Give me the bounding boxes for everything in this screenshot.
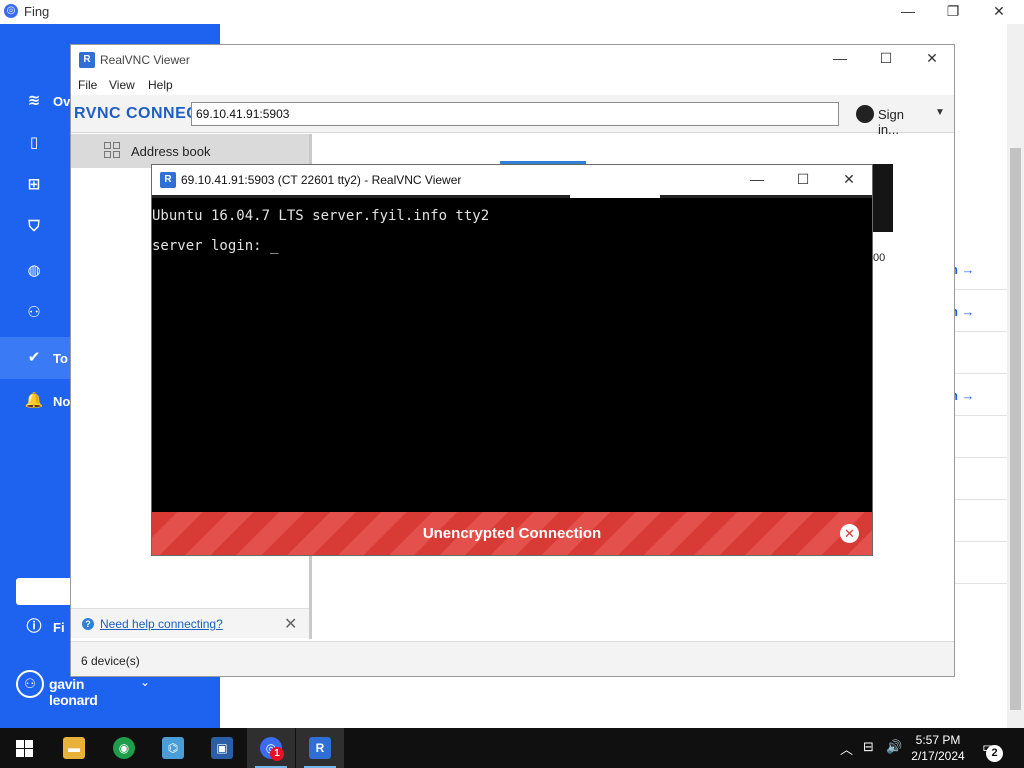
vnc-statusbar: 6 device(s) (71, 641, 954, 676)
vnc-session-window: R 69.10.41.91:5903 (CT 22601 tty2) - Rea… (151, 164, 873, 556)
remote-desktop-icon: ▣ (211, 737, 233, 759)
fing-minimize-button[interactable]: — (885, 0, 931, 24)
vnc-close-button[interactable]: ✕ (909, 47, 955, 71)
taskbar-remote-desktop[interactable]: ▣ (198, 728, 246, 768)
taskbar: ▬ ◉ ⌬ ▣ ◎ 1 R ︿ ⊟ 🔊 5:57 PM 2/17/2024 ▭ … (0, 728, 1024, 768)
banner-text: Unencrypted Connection (422, 525, 602, 542)
taskbar-network-app[interactable]: ⌬ (149, 728, 197, 768)
fing-row-divider (955, 499, 1007, 500)
thumbnail-label: 00 (873, 252, 886, 264)
menu-file[interactable]: File (78, 78, 97, 92)
sidebar-item-address-book[interactable]: Address book (71, 134, 309, 168)
banner-close-icon[interactable]: ✕ (840, 524, 859, 543)
vnc-titlebar: R RealVNC Viewer — ☐ ✕ (71, 45, 954, 73)
fing-user-name: gavin leonard (49, 676, 98, 708)
vnc-maximize-button[interactable]: ☐ (863, 47, 909, 71)
chrome-icon: ◉ (113, 737, 135, 759)
fing-restore-button[interactable]: ❐ (930, 0, 976, 24)
fing-row-divider (955, 373, 1007, 374)
info-icon: ⓘ (26, 618, 42, 635)
chevron-down-icon: ⌄ (140, 675, 151, 689)
network-icon: ⊞ (27, 176, 41, 193)
session-titlebar: R 69.10.41.91:5903 (CT 22601 tty2) - Rea… (152, 165, 872, 195)
realvnc-logo-icon: R (160, 172, 176, 188)
clock-time: 5:57 PM (915, 733, 961, 747)
volume-icon[interactable]: 🔊 (886, 739, 902, 755)
session-maximize-button[interactable]: ☐ (780, 168, 826, 192)
check-circle-icon: ✔ (27, 349, 41, 366)
fing-row-divider (955, 541, 1007, 542)
network-icon[interactable]: ⊟ (863, 739, 874, 755)
chevron-up-icon[interactable]: ︿ (840, 739, 853, 758)
terminal-line: server login: _ (152, 238, 279, 254)
fing-row-divider (955, 583, 1007, 584)
fing-row-divider (955, 289, 1007, 290)
grid-icon (104, 142, 121, 159)
realvnc-icon: R (309, 737, 331, 759)
fing-logo-icon: ◎ (4, 4, 18, 18)
taskbar-fing[interactable]: ◎ (247, 728, 295, 768)
remote-terminal[interactable]: Ubuntu 16.04.7 LTS server.fyil.info tty2… (152, 198, 872, 511)
start-button[interactable] (0, 728, 48, 768)
taskbar-realvnc[interactable]: R (296, 728, 344, 768)
vnc-minimize-button[interactable]: — (817, 47, 863, 71)
taskbar-file-explorer[interactable]: ▬ (50, 728, 98, 768)
unencrypted-connection-banner: Unencrypted Connection ✕ (152, 512, 872, 555)
terminal-line: Ubuntu 16.04.7 LTS server.fyil.info tty2 (152, 208, 490, 224)
globe-icon: ◍ (27, 262, 41, 279)
realvnc-logo-icon: R (79, 52, 95, 68)
menu-help[interactable]: Help (148, 78, 173, 92)
session-close-button[interactable]: ✕ (826, 168, 872, 192)
vnc-help-bar: ? Need help connecting? ✕ (71, 608, 309, 638)
vnc-window-title: RealVNC Viewer (100, 53, 190, 67)
caret-down-icon: ▼ (935, 107, 945, 118)
users-icon: ⚇ (27, 304, 41, 321)
fing-row-divider (955, 331, 1007, 332)
network-app-icon: ⌬ (162, 737, 184, 759)
fing-window-title: Fing (24, 4, 50, 19)
sidebar-item-label: Address book (131, 144, 211, 159)
vnc-address-input[interactable]: 69.10.41.91:5903 (191, 102, 839, 126)
connection-thumbnail[interactable] (871, 164, 893, 232)
session-minimize-button[interactable]: — (734, 168, 780, 192)
device-icon: ▯ (29, 134, 39, 151)
menu-view[interactable]: View (109, 78, 135, 92)
fing-close-button[interactable]: ✕ (976, 0, 1022, 24)
fing-row-divider (955, 415, 1007, 416)
fing-titlebar: ◎ Fing — ❐ ✕ (0, 0, 1024, 24)
wifi-icon: ≋ (27, 92, 41, 109)
vnc-signin-label: Sign in... (878, 107, 905, 137)
close-icon[interactable]: ✕ (284, 614, 297, 634)
user-icon (856, 105, 874, 123)
need-help-link[interactable]: Need help connecting? (100, 617, 223, 631)
taskbar-chrome[interactable]: ◉ (100, 728, 148, 768)
notification-count: 2 (986, 745, 1003, 762)
session-window-title: 69.10.41.91:5903 (CT 22601 tty2) - RealV… (181, 173, 462, 187)
avatar: ⚇ (16, 670, 44, 698)
shield-icon: ⛉ (28, 218, 40, 235)
help-icon: ? (82, 618, 94, 630)
fing-row-divider (955, 457, 1007, 458)
taskbar-badge: 1 (270, 747, 284, 761)
clock-date: 2/17/2024 (911, 749, 965, 763)
vnc-connect-logo: RVNC CONNECT (74, 105, 209, 122)
vnc-toolbar: RVNC CONNECT 69.10.41.91:5903 Sign in...… (71, 95, 954, 137)
clock[interactable]: 5:57 PM 2/17/2024 (902, 732, 974, 764)
folder-icon: ▬ (63, 737, 85, 759)
device-count: 6 device(s) (81, 654, 140, 668)
bell-icon: 🔔 (24, 392, 44, 409)
fing-scrollbar-thumb[interactable] (1010, 148, 1021, 710)
